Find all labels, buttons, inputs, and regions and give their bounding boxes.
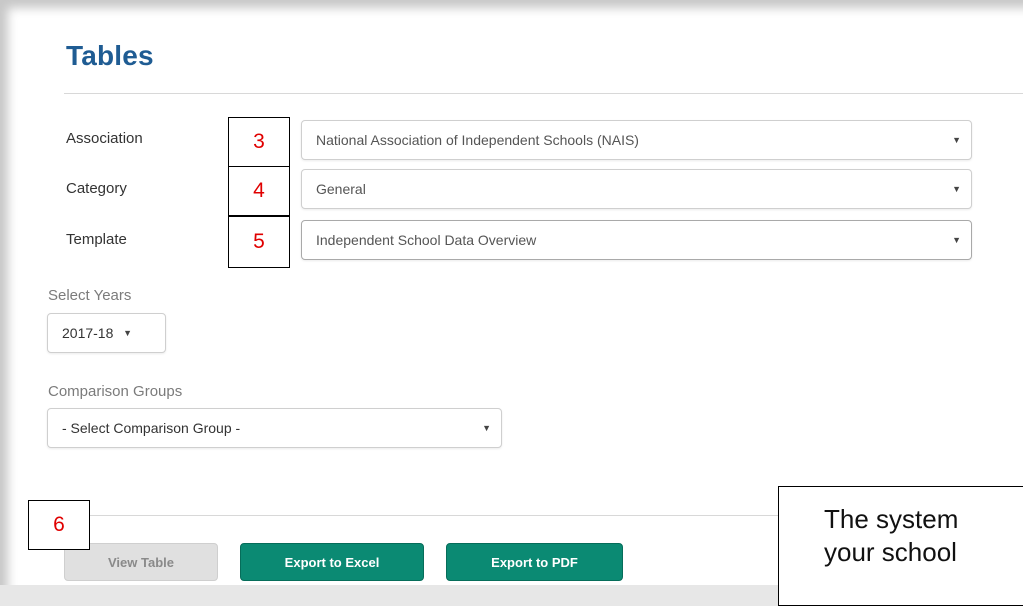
- chevron-down-icon: ▼: [952, 135, 961, 145]
- annotation-step-6: 6: [28, 500, 90, 550]
- comparison-group-select[interactable]: - Select Comparison Group - ▼: [47, 408, 502, 448]
- chevron-down-icon: ▼: [952, 235, 961, 245]
- select-years-label: Select Years: [48, 287, 132, 304]
- template-select-value: Independent School Data Overview: [316, 232, 537, 248]
- chevron-down-icon: ▼: [482, 423, 491, 433]
- category-select-value: General: [316, 181, 366, 197]
- comparison-groups-label: Comparison Groups: [48, 383, 183, 400]
- association-select-value: National Association of Independent Scho…: [316, 132, 639, 148]
- category-label: Category: [66, 180, 127, 197]
- annotation-step-3: 3: [228, 117, 290, 167]
- callout-line-2: your school: [824, 537, 957, 567]
- tables-page: Tables Association 3 National Associatio…: [0, 0, 1023, 606]
- annotation-step-4: 4: [228, 166, 290, 216]
- years-select[interactable]: 2017-18 ▼: [47, 313, 166, 353]
- category-select[interactable]: General ▼: [301, 169, 972, 209]
- comparison-group-select-value: - Select Comparison Group -: [62, 420, 241, 436]
- export-excel-button[interactable]: Export to Excel: [240, 543, 424, 581]
- template-label: Template: [66, 231, 127, 248]
- association-label: Association: [66, 130, 143, 147]
- callout-line-1: The system: [824, 504, 959, 534]
- years-select-value: 2017-18: [62, 325, 114, 341]
- template-select[interactable]: Independent School Data Overview ▼: [301, 220, 972, 260]
- export-pdf-button[interactable]: Export to PDF: [446, 543, 623, 581]
- chevron-down-icon: ▼: [123, 328, 132, 338]
- chevron-down-icon: ▼: [952, 184, 961, 194]
- page-title: Tables: [66, 40, 154, 71]
- association-select[interactable]: National Association of Independent Scho…: [301, 120, 972, 160]
- title-divider: [64, 93, 1023, 94]
- annotation-step-5: 5: [228, 216, 290, 268]
- instruction-callout: The system your school: [778, 486, 1023, 606]
